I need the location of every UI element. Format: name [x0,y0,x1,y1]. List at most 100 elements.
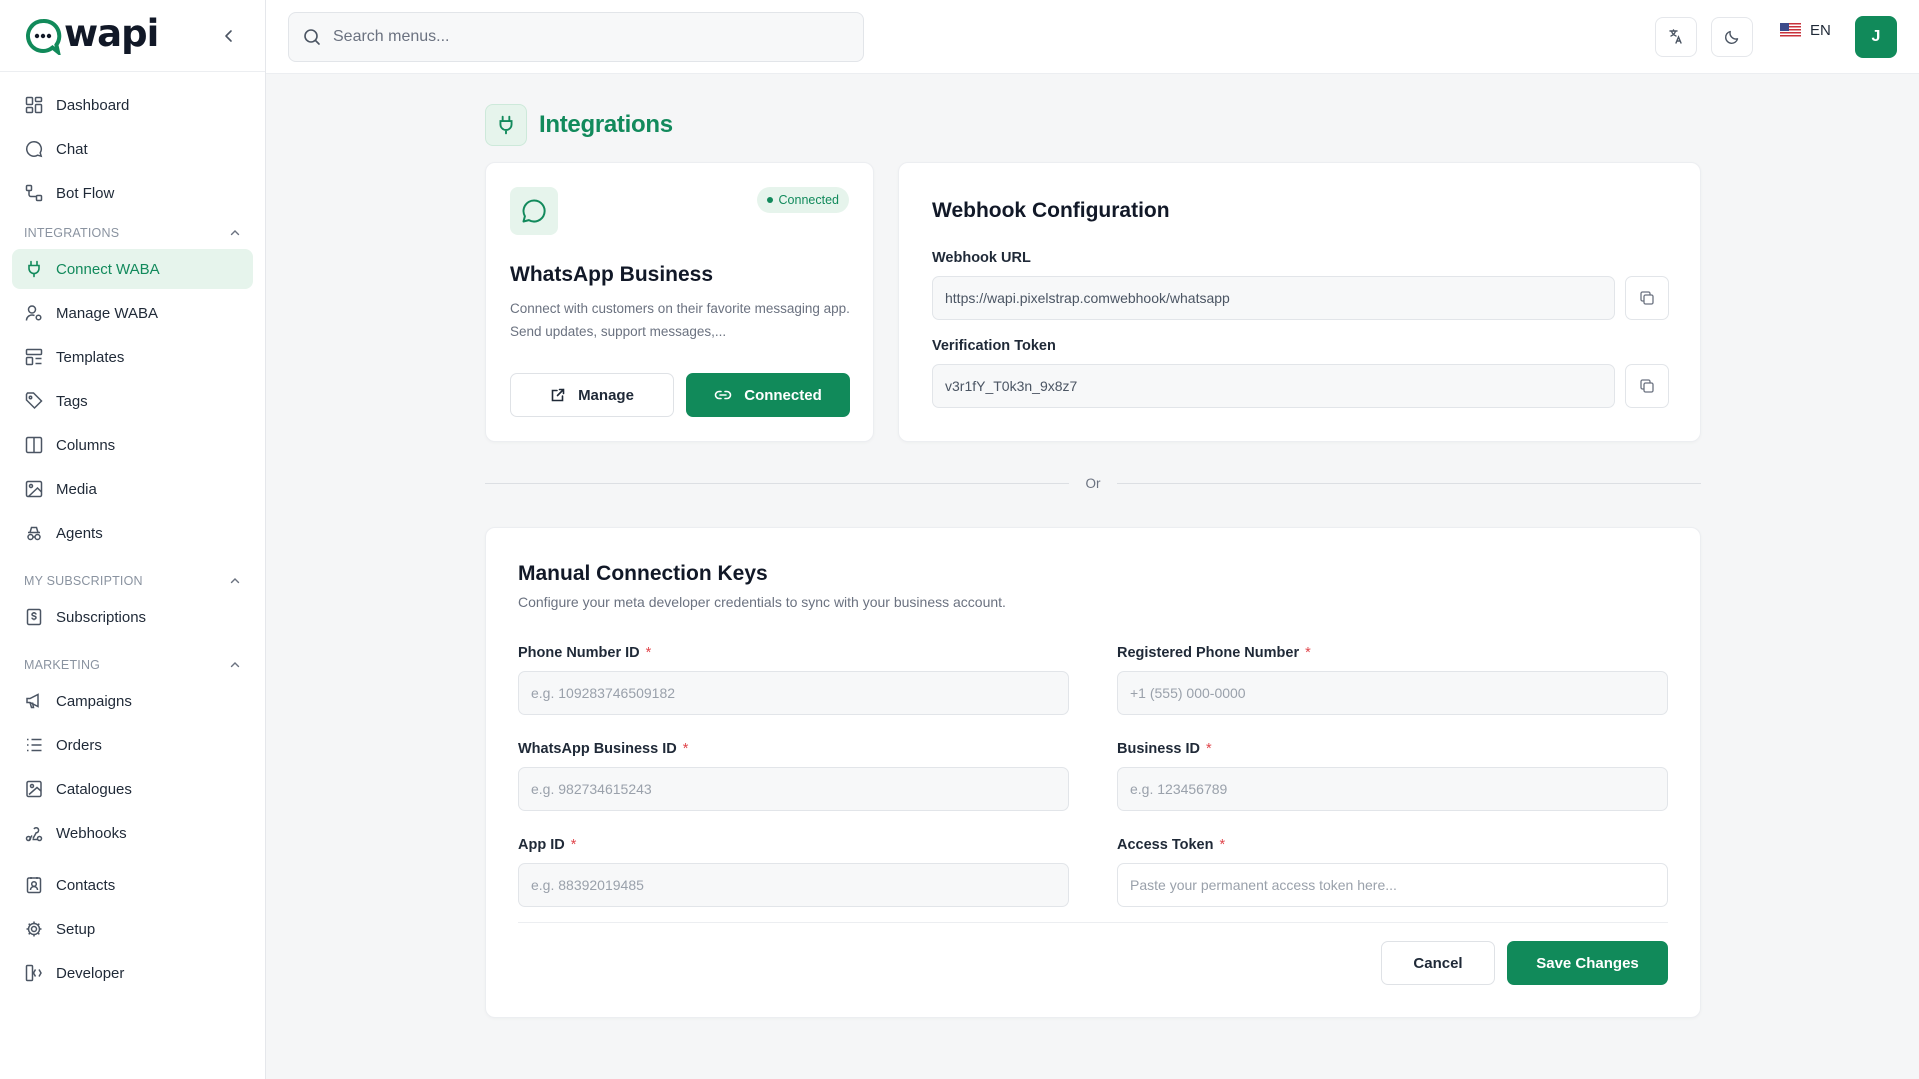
verification-token-value: v3r1fY_T0k3n_9x8z7 [945,378,1078,394]
sidebar-item-bot-flow[interactable]: Bot Flow [12,173,253,213]
section-title: MARKETING [24,658,101,672]
app-id-field[interactable] [518,863,1069,907]
search-box[interactable] [288,12,864,62]
sidebar-item-label: Campaigns [56,692,132,710]
section-marketing[interactable]: MARKETING [12,649,253,681]
connected-button[interactable]: Connected [686,373,850,417]
sidebar-item-label: Contacts [56,876,116,894]
copy-verification-token-button[interactable] [1625,364,1669,408]
manage-button[interactable]: Manage [510,373,674,417]
list-icon [24,735,44,755]
sidebar-item-label: Subscriptions [56,608,147,626]
whatsapp-business-id-input[interactable] [531,781,1068,797]
language-selector[interactable]: EN [1780,22,1831,39]
phone-number-id-field[interactable] [518,671,1069,715]
connected-button-label: Connected [744,386,822,404]
sidebar-item-media[interactable]: Media [12,469,253,509]
webhook-url-label: Webhook URL [932,250,1031,266]
access-token-field[interactable] [1117,863,1668,907]
sidebar-item-manage-waba[interactable]: Manage WABA [12,293,253,333]
sidebar-item-subscriptions[interactable]: Subscriptions [12,597,253,637]
whatsapp-business-id-field[interactable] [518,767,1069,811]
form-divider [518,922,1668,923]
columns-icon [24,435,44,455]
sidebar-item-orders[interactable]: Orders [12,725,253,765]
verification-token-field[interactable]: v3r1fY_T0k3n_9x8z7 [932,364,1615,408]
sidebar-item-label: Dashboard [56,96,130,114]
webhook-icon [24,823,44,843]
copy-webhook-url-button[interactable] [1625,276,1669,320]
card-title: Webhook Configuration [932,199,1170,222]
webhook-url-field[interactable]: https://wapi.pixelstrap.comwebhook/whats… [932,276,1615,320]
sidebar-item-developer[interactable]: Developer [12,953,253,993]
contacts-icon [24,875,44,895]
translate-icon [1669,29,1682,44]
sidebar-item-setup[interactable]: Setup [12,909,253,949]
registered-phone-field[interactable] [1117,671,1668,715]
collapse-sidebar-button[interactable] [217,24,241,48]
logo[interactable]: wapi [0,0,265,72]
chevron-up-icon [230,578,240,584]
sidebar-item-webhooks[interactable]: Webhooks [12,813,253,853]
sidebar-item-contacts[interactable]: Contacts [12,865,253,905]
avatar[interactable]: J [1855,16,1897,58]
registered-phone-input[interactable] [1130,685,1667,701]
theme-toggle-button[interactable] [1711,17,1753,57]
card-description: Connect with customers on their favorite… [510,301,850,339]
tag-icon [24,391,44,411]
status-badge-label: Connected [778,193,839,207]
chat-icon [24,139,44,159]
cancel-button-label: Cancel [1413,954,1463,972]
copy-icon [1640,291,1654,305]
gear-icon [24,919,44,939]
save-changes-button[interactable]: Save Changes [1507,941,1668,985]
plug-icon [485,104,527,146]
sidebar-item-agents[interactable]: Agents [12,513,253,553]
section-subscription[interactable]: MY SUBSCRIPTION [12,565,253,597]
status-badge: Connected [756,187,849,213]
sidebar-item-label: Webhooks [56,824,127,842]
sidebar-item-chat[interactable]: Chat [12,129,253,169]
sidebar-item-label: Tags [56,392,88,410]
sidebar-item-label: Manage WABA [56,304,158,322]
sidebar-item-label: Bot Flow [56,184,115,202]
search-icon [304,29,320,45]
user-settings-icon [24,303,44,323]
card-subtitle: Configure your meta developer credential… [518,594,1006,610]
business-id-field[interactable] [1117,767,1668,811]
registered-phone-label: Registered Phone Number * [1117,645,1311,661]
us-flag-icon [1780,23,1801,38]
sidebar-item-label: Agents [56,524,103,542]
whatsapp-icon [510,187,558,235]
chevron-up-icon [230,230,240,236]
catalogue-icon [24,779,44,799]
flow-icon [24,183,44,203]
sidebar-item-label: Orders [56,736,102,754]
phone-number-id-label: Phone Number ID * [518,645,652,661]
link-icon [714,390,732,400]
section-integrations[interactable]: INTEGRATIONS [12,217,253,249]
sidebar-item-label: Chat [56,140,88,158]
sidebar-item-columns[interactable]: Columns [12,425,253,465]
sidebar-item-catalogues[interactable]: Catalogues [12,769,253,809]
sidebar-item-templates[interactable]: Templates [12,337,253,377]
business-id-label: Business ID * [1117,741,1212,757]
sidebar-item-label: Columns [56,436,116,454]
access-token-label: Access Token * [1117,837,1226,853]
translate-button[interactable] [1655,17,1697,57]
sidebar-item-dashboard[interactable]: Dashboard [12,85,253,125]
cancel-button[interactable]: Cancel [1381,941,1495,985]
logo-chat-icon [24,17,62,55]
search-input[interactable] [333,28,833,46]
access-token-input[interactable] [1130,877,1667,893]
business-id-input[interactable] [1130,781,1667,797]
manual-connection-card: Manual Connection Keys Configure your me… [485,527,1701,1018]
sidebar-item-label: Developer [56,964,125,982]
sidebar-item-connect-waba[interactable]: Connect WABA [12,249,253,289]
sidebar-item-campaigns[interactable]: Campaigns [12,681,253,721]
sidebar-item-tags[interactable]: Tags [12,381,253,421]
phone-number-id-input[interactable] [531,685,1068,701]
image-icon [24,479,44,499]
app-id-input[interactable] [531,877,1068,893]
sidebar-item-label: Catalogues [56,780,132,798]
